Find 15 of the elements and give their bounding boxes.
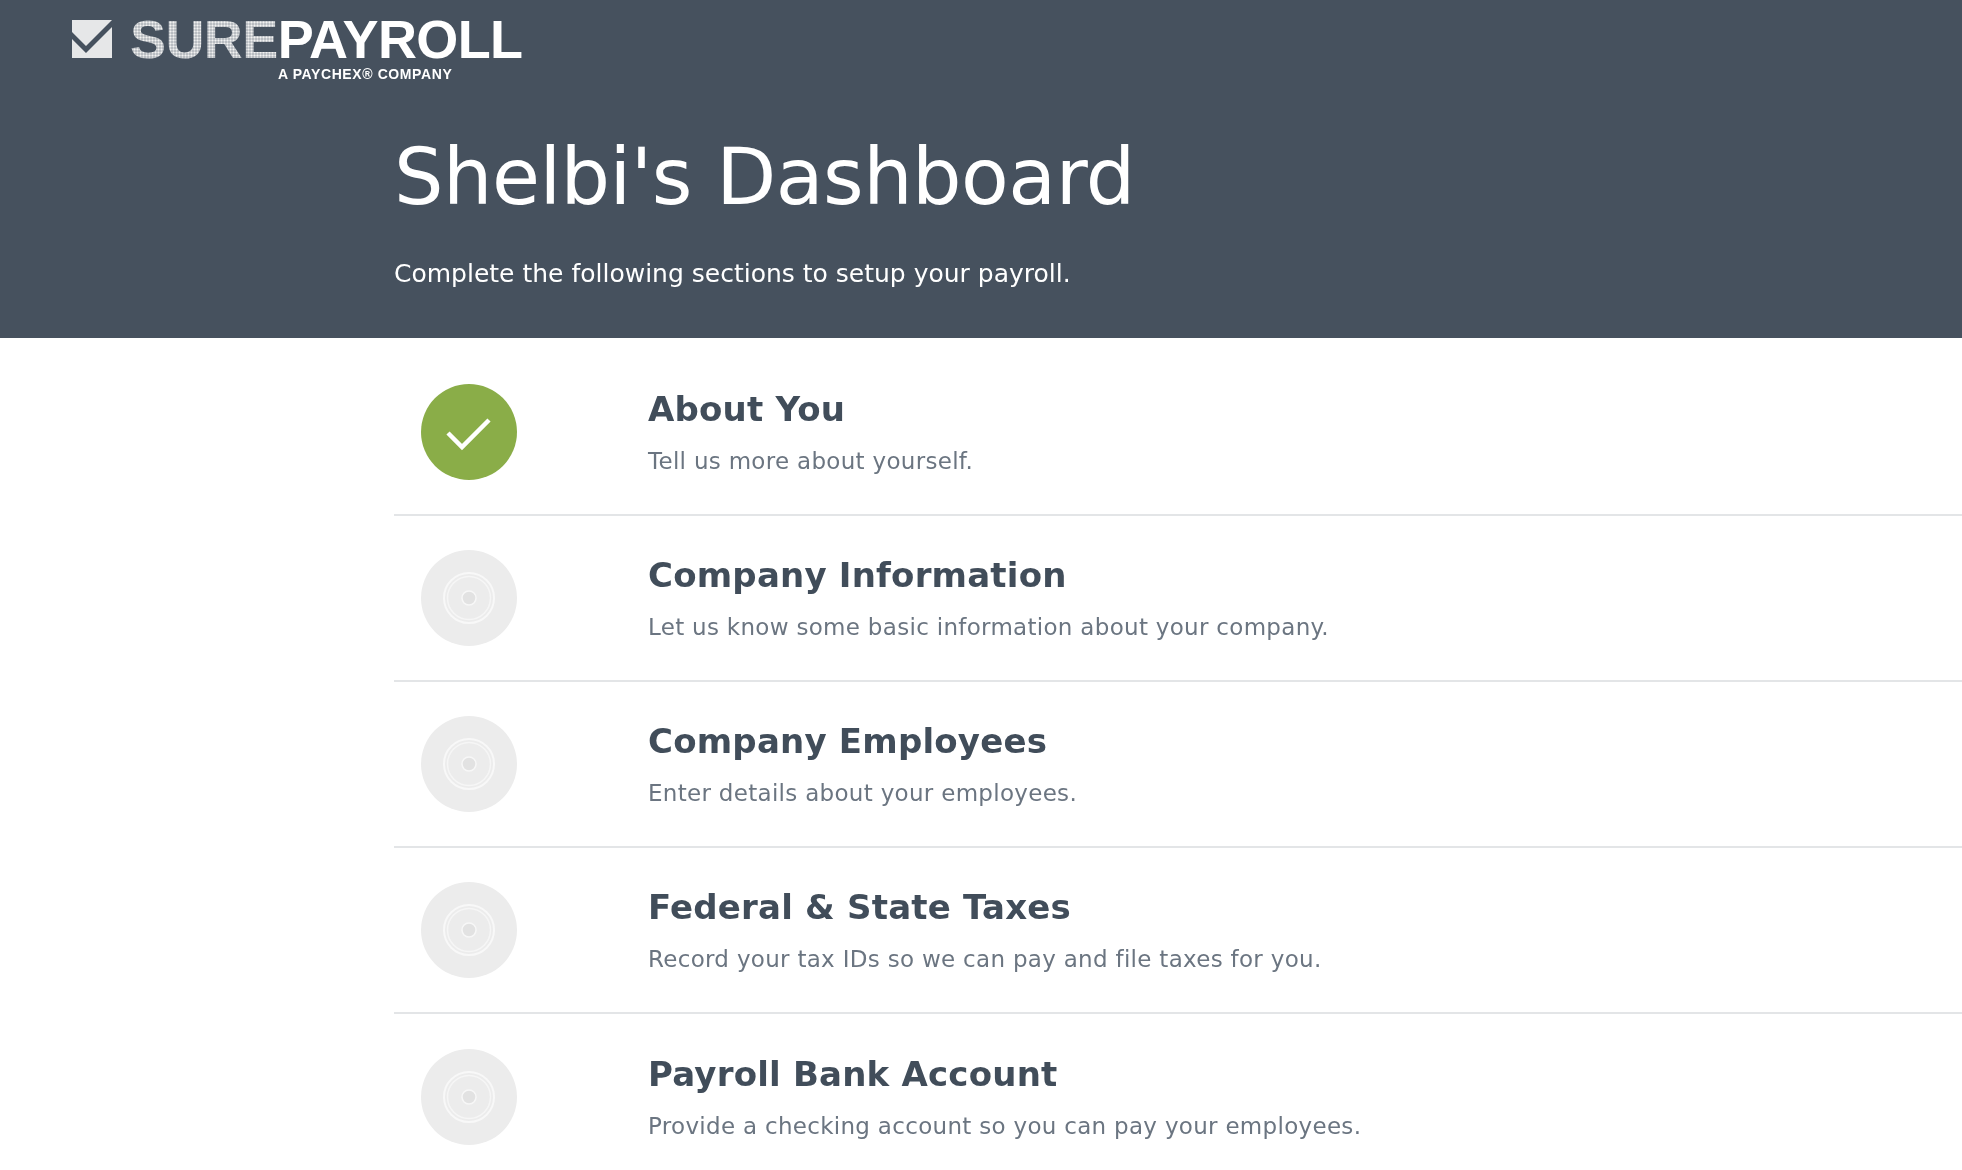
- dashboard-title: Shelbi's Dashboard: [394, 131, 1135, 224]
- section-description: Provide a checking account so you can pay your employees.: [648, 1112, 1362, 1141]
- section-description: Tell us more about yourself.: [648, 447, 974, 476]
- section-description: Enter details about your employees.: [648, 779, 1077, 808]
- section-description: Let us know some basic information about your company.: [648, 613, 1329, 642]
- section-title[interactable]: Company Employees: [648, 719, 1048, 763]
- section-title[interactable]: Payroll Bank Account: [648, 1052, 1058, 1096]
- logo-wordmark: SUREPAYROLL: [130, 17, 523, 61]
- dashboard-subtitle: Complete the following sections to setup your payroll.: [394, 258, 1071, 290]
- section-title[interactable]: About You: [648, 387, 846, 431]
- logo-tagline: A PAYCHEX® COMPANY: [278, 66, 453, 82]
- section-title[interactable]: Federal & State Taxes: [648, 885, 1071, 929]
- section-description: Record your tax IDs so we can pay and file taxes for you.: [648, 945, 1322, 974]
- logo-check-icon: [72, 20, 112, 58]
- section-title[interactable]: Company Information: [648, 553, 1067, 597]
